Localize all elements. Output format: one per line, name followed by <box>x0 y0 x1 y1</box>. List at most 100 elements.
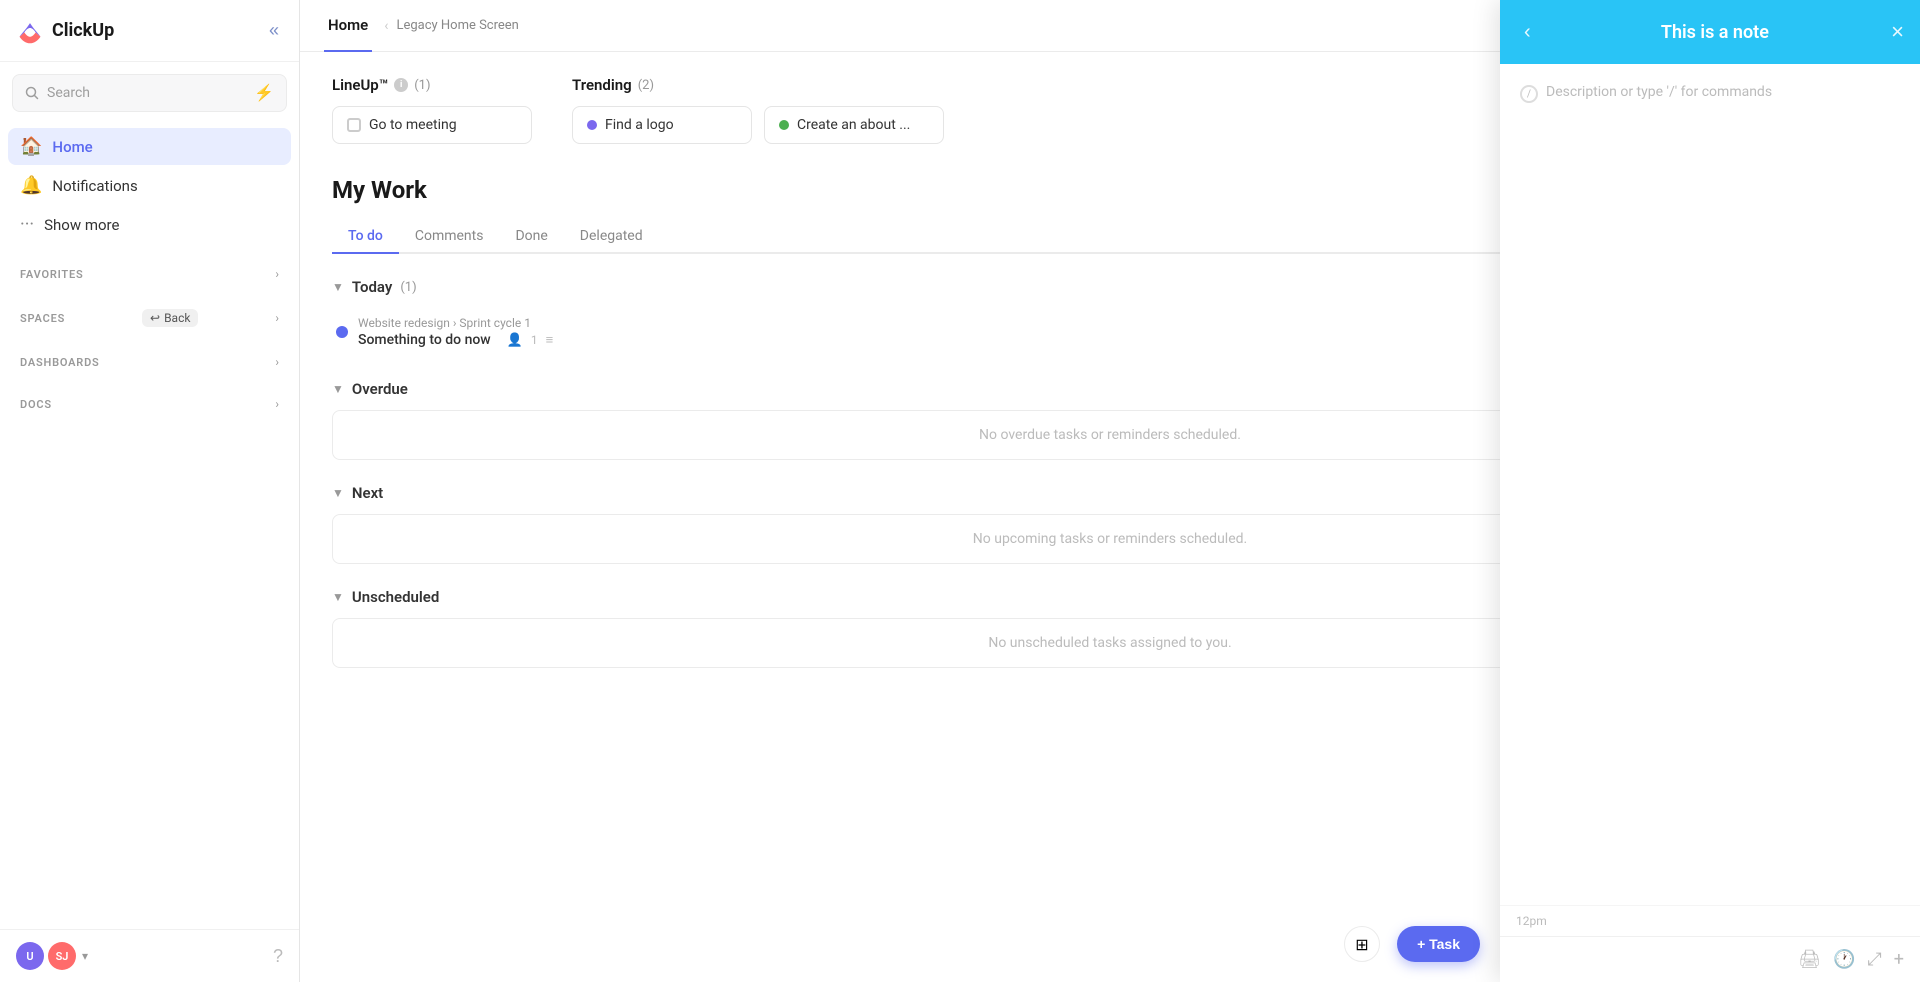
assignee-icon: 👤 <box>507 333 523 348</box>
overdue-label: Overdue <box>352 380 408 398</box>
sidebar-item-home-label: Home <box>52 138 92 156</box>
sidebar: ClickUp « Search ⚡ 🏠 Home 🔔 Notification… <box>0 0 300 982</box>
print-icon[interactable]: 🖨 <box>1798 949 1821 970</box>
next-chevron: ▼ <box>332 486 344 500</box>
sidebar-header: ClickUp « <box>0 0 299 62</box>
add-task-label: + Task <box>1417 936 1460 952</box>
add-task-button[interactable]: + Task <box>1397 926 1480 962</box>
lineup-task-card[interactable]: Go to meeting <box>332 106 532 144</box>
dashboards-arrow: › <box>275 355 279 369</box>
task-meta: 👤 1 ≡ <box>507 332 554 348</box>
lightning-button[interactable]: ⚡ <box>254 83 274 103</box>
expand-icon[interactable]: ⤢ <box>1867 949 1881 970</box>
task-status-icon <box>347 118 361 132</box>
avatar-u[interactable]: U <box>16 942 44 970</box>
tab-home[interactable]: Home <box>324 0 372 52</box>
sidebar-item-notifications-label: Notifications <box>52 177 137 195</box>
dashboards-header[interactable]: DASHBOARDS › <box>16 349 283 375</box>
time-label: 12pm <box>1516 914 1547 928</box>
overdue-chevron: ▼ <box>332 382 344 396</box>
spaces-back-badge[interactable]: ↩ Back <box>142 309 198 327</box>
tab-delegated[interactable]: Delegated <box>564 220 659 254</box>
more-icon: ··· <box>20 214 34 235</box>
apps-grid-button[interactable]: ⊞ <box>1344 926 1380 962</box>
trending-card-find-logo[interactable]: Find a logo <box>572 106 752 144</box>
sidebar-section-docs: DOCS › <box>0 379 299 421</box>
today-label: Today <box>352 278 392 296</box>
avatar-group: U SJ ▾ <box>16 942 88 970</box>
nav-items: 🏠 Home 🔔 Notifications ··· Show more <box>0 124 299 249</box>
lineup-count: (1) <box>414 78 430 93</box>
tab-comments[interactable]: Comments <box>399 220 500 254</box>
note-header: ‹ This is a note × <box>1500 0 1920 64</box>
sidebar-section-dashboards: DASHBOARDS › <box>0 337 299 379</box>
task-name: Something to do now <box>358 332 491 348</box>
note-editor[interactable]: / Description or type '/' for commands <box>1520 84 1900 103</box>
logo-area[interactable]: ClickUp <box>16 17 114 45</box>
trending-count: (2) <box>638 78 654 93</box>
sidebar-item-show-more[interactable]: ··· Show more <box>8 206 291 243</box>
help-button[interactable]: ? <box>273 946 283 967</box>
spaces-header[interactable]: SPACES ↩ Back › <box>16 303 283 333</box>
lineup-title-text: LineUp™ <box>332 76 388 94</box>
note-panel: ‹ This is a note × / Description or type… <box>1500 0 1920 982</box>
app-name: ClickUp <box>52 20 114 41</box>
lineup-section: LineUp™ i (1) Go to meeting <box>332 76 532 144</box>
search-bar[interactable]: Search ⚡ <box>12 74 287 112</box>
task-status-dot <box>336 326 348 338</box>
note-title: This is a note <box>1551 22 1879 43</box>
docs-arrow: › <box>275 397 279 411</box>
tab-todo[interactable]: To do <box>332 220 399 254</box>
note-prev-button[interactable]: ‹ <box>1516 17 1539 48</box>
task-breadcrumb: Website redesign › Sprint cycle 1 <box>358 316 553 330</box>
trending-title-text: Trending <box>572 76 632 94</box>
collapse-sidebar-button[interactable]: « <box>265 16 283 45</box>
search-placeholder: Search <box>47 85 246 101</box>
trending-label-create-about: Create an about ... <box>797 117 910 133</box>
unscheduled-chevron: ▼ <box>332 590 344 604</box>
dashboards-title: DASHBOARDS <box>20 356 100 369</box>
note-close-button[interactable]: × <box>1891 21 1904 43</box>
spaces-arrow: › <box>275 311 279 325</box>
unscheduled-label: Unscheduled <box>352 588 439 606</box>
favorites-header[interactable]: FAVORITES › <box>16 261 283 287</box>
note-body: / Description or type '/' for commands <box>1500 64 1920 905</box>
spaces-title: SPACES <box>20 312 65 325</box>
avatar-dropdown-arrow[interactable]: ▾ <box>82 949 88 963</box>
favorites-arrow: › <box>275 267 279 281</box>
apps-icon: ⊞ <box>1355 935 1368 954</box>
slash-command-icon: / <box>1520 85 1538 103</box>
trending-dot-green <box>779 120 789 130</box>
docs-header[interactable]: DOCS › <box>16 391 283 417</box>
notifications-icon: 🔔 <box>20 175 42 196</box>
time-label-area: 12pm <box>1500 905 1920 936</box>
tab-done[interactable]: Done <box>499 220 563 254</box>
trending-card-create-about[interactable]: Create an about ... <box>764 106 944 144</box>
subtask-icon: ≡ <box>546 332 554 348</box>
clock-icon[interactable]: 🕐 <box>1833 949 1855 970</box>
sidebar-item-home[interactable]: 🏠 Home <box>8 128 291 165</box>
breadcrumb-legacy[interactable]: Legacy Home Screen <box>396 18 518 33</box>
avatar-sj[interactable]: SJ <box>48 942 76 970</box>
lineup-title: LineUp™ i (1) <box>332 76 532 94</box>
lineup-info-icon[interactable]: i <box>394 78 408 92</box>
sidebar-bottom: U SJ ▾ ? <box>0 929 299 982</box>
trending-label-find-logo: Find a logo <box>605 117 674 133</box>
back-arrow-icon: ↩ <box>150 311 160 325</box>
search-icon <box>25 86 39 100</box>
docs-title: DOCS <box>20 398 52 411</box>
today-count: (1) <box>400 280 416 295</box>
sidebar-item-notifications[interactable]: 🔔 Notifications <box>8 167 291 204</box>
sidebar-section-favorites: FAVORITES › <box>0 249 299 291</box>
assignee-count: 1 <box>531 333 538 347</box>
sidebar-section-spaces: SPACES ↩ Back › <box>0 291 299 337</box>
favorites-title: FAVORITES <box>20 268 84 281</box>
task-info: Website redesign › Sprint cycle 1 Someth… <box>358 316 553 348</box>
home-icon: 🏠 <box>20 136 42 157</box>
note-placeholder-text: Description or type '/' for commands <box>1546 84 1772 100</box>
add-icon[interactable]: + <box>1894 949 1904 970</box>
spaces-back-label: Back <box>164 311 190 325</box>
note-footer: 🖨 🕐 ⤢ + <box>1500 936 1920 982</box>
breadcrumb-separator: ‹ <box>384 18 388 34</box>
today-chevron: ▼ <box>332 280 344 294</box>
